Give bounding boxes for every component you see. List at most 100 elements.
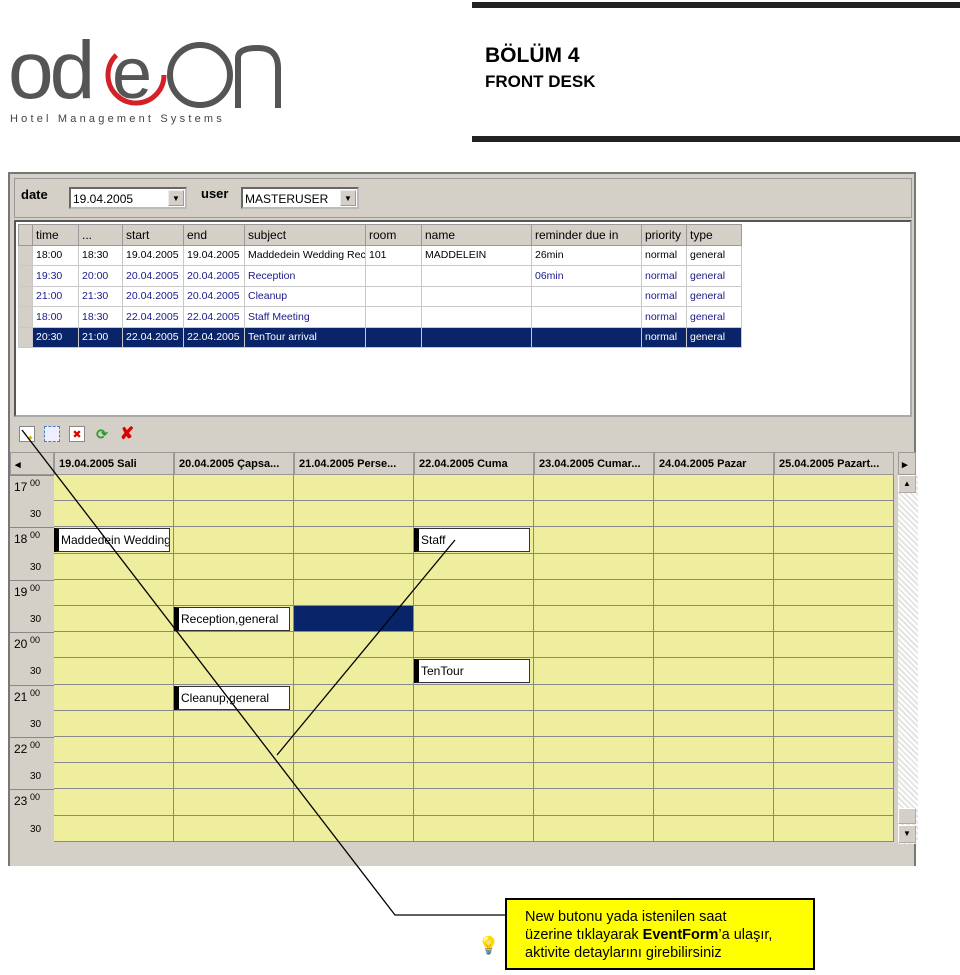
new-icon[interactable]: ✦ bbox=[19, 426, 35, 443]
time-slot[interactable] bbox=[54, 815, 174, 842]
time-slot[interactable] bbox=[294, 658, 414, 685]
cancel-icon[interactable]: ✘ bbox=[119, 425, 135, 442]
time-slot[interactable] bbox=[774, 815, 894, 842]
day-header[interactable]: 22.04.2005 Cuma bbox=[414, 452, 534, 475]
date-select[interactable]: 19.04.2005 ▼ bbox=[69, 187, 187, 209]
time-slot[interactable] bbox=[54, 710, 174, 737]
day-header[interactable]: 19.04.2005 Sali bbox=[54, 452, 174, 475]
day-header[interactable]: 23.04.2005 Cumar... bbox=[534, 452, 654, 475]
time-slot[interactable] bbox=[774, 632, 894, 659]
time-slot[interactable] bbox=[534, 684, 654, 711]
day-header[interactable]: 24.04.2005 Pazar bbox=[654, 452, 774, 475]
time-slot[interactable] bbox=[294, 632, 414, 659]
time-slot[interactable] bbox=[294, 501, 414, 528]
time-slot[interactable] bbox=[414, 501, 534, 528]
row-selector[interactable] bbox=[18, 265, 33, 287]
select-icon[interactable] bbox=[44, 426, 60, 442]
time-slot[interactable] bbox=[174, 475, 294, 502]
table-row[interactable]: 21:00 21:30 20.04.2005 20.04.2005 Cleanup nor… bbox=[18, 285, 742, 307]
time-slot[interactable] bbox=[414, 763, 534, 790]
time-slot[interactable] bbox=[534, 737, 654, 764]
time-slot[interactable] bbox=[534, 553, 654, 580]
row-selector[interactable] bbox=[18, 244, 33, 266]
row-selector[interactable] bbox=[18, 285, 33, 307]
time-slot[interactable] bbox=[174, 763, 294, 790]
column-header[interactable]: room bbox=[365, 224, 422, 246]
table-row[interactable]: 19:30 20:00 20.04.2005 20.04.2005 Reception 0… bbox=[18, 265, 742, 287]
time-slot[interactable] bbox=[294, 553, 414, 580]
time-slot[interactable] bbox=[174, 501, 294, 528]
calendar-event[interactable]: Maddedein Wedding bbox=[54, 528, 170, 553]
time-slot[interactable] bbox=[774, 553, 894, 580]
row-selector[interactable] bbox=[18, 326, 33, 348]
time-slot[interactable] bbox=[174, 737, 294, 764]
column-header[interactable]: reminder due in bbox=[531, 224, 642, 246]
table-row[interactable]: 20:30 21:00 22.04.2005 22.04.2005 TenTour ar… bbox=[18, 326, 742, 348]
time-slot[interactable] bbox=[534, 527, 654, 554]
calendar-event[interactable]: TenTour bbox=[414, 659, 530, 684]
delete-icon[interactable]: ✖ bbox=[69, 426, 85, 442]
time-slot[interactable] bbox=[654, 475, 774, 502]
time-slot[interactable] bbox=[414, 737, 534, 764]
time-slot[interactable] bbox=[534, 658, 654, 685]
time-slot[interactable] bbox=[414, 475, 534, 502]
time-slot[interactable] bbox=[534, 763, 654, 790]
column-header[interactable]: ... bbox=[78, 224, 123, 246]
column-header[interactable]: subject bbox=[244, 224, 366, 246]
time-slot[interactable] bbox=[294, 763, 414, 790]
time-slot[interactable] bbox=[534, 710, 654, 737]
column-header[interactable]: time bbox=[32, 224, 79, 246]
time-slot[interactable] bbox=[654, 684, 774, 711]
time-slot[interactable] bbox=[54, 475, 174, 502]
time-slot[interactable] bbox=[654, 606, 774, 633]
time-slot[interactable] bbox=[774, 501, 894, 528]
time-slot[interactable] bbox=[54, 789, 174, 816]
time-slot[interactable] bbox=[54, 684, 174, 711]
time-slot[interactable] bbox=[174, 527, 294, 554]
time-slot[interactable] bbox=[654, 737, 774, 764]
time-slot[interactable] bbox=[654, 579, 774, 606]
time-slot[interactable] bbox=[54, 658, 174, 685]
scroll-thumb[interactable] bbox=[898, 808, 916, 824]
time-slot[interactable] bbox=[174, 789, 294, 816]
time-slot[interactable] bbox=[534, 606, 654, 633]
time-slot[interactable] bbox=[414, 710, 534, 737]
time-slot[interactable] bbox=[174, 632, 294, 659]
vertical-scrollbar[interactable]: ▲ ▼ bbox=[898, 475, 918, 844]
column-header[interactable]: start bbox=[122, 224, 184, 246]
time-slot[interactable] bbox=[294, 475, 414, 502]
calendar-event[interactable]: Reception,general bbox=[174, 607, 290, 631]
time-slot[interactable] bbox=[414, 579, 534, 606]
time-slot[interactable] bbox=[54, 737, 174, 764]
time-slot[interactable] bbox=[174, 815, 294, 842]
scroll-left-button[interactable]: ◂ bbox=[10, 452, 54, 475]
time-slot[interactable] bbox=[534, 789, 654, 816]
column-header[interactable]: end bbox=[183, 224, 245, 246]
time-slot[interactable] bbox=[414, 815, 534, 842]
time-slot[interactable] bbox=[174, 710, 294, 737]
time-slot[interactable] bbox=[654, 527, 774, 554]
time-slot[interactable] bbox=[654, 789, 774, 816]
chevron-down-icon[interactable]: ▼ bbox=[340, 190, 356, 206]
time-slot[interactable] bbox=[534, 815, 654, 842]
time-slot[interactable] bbox=[774, 579, 894, 606]
calendar-event[interactable]: Staff bbox=[414, 528, 530, 553]
column-header[interactable]: name bbox=[421, 224, 532, 246]
scroll-right-button[interactable]: ▸ bbox=[898, 452, 916, 475]
time-slot[interactable] bbox=[174, 553, 294, 580]
time-slot[interactable] bbox=[54, 501, 174, 528]
column-header[interactable]: priority bbox=[641, 224, 687, 246]
refresh-icon[interactable]: ⟳ bbox=[94, 426, 110, 442]
time-slot[interactable] bbox=[414, 684, 534, 711]
calendar-event[interactable]: Cleanup,general bbox=[174, 685, 290, 710]
time-slot[interactable] bbox=[774, 527, 894, 554]
chevron-down-icon[interactable]: ▼ bbox=[168, 190, 184, 206]
time-slot[interactable] bbox=[414, 606, 534, 633]
day-header[interactable]: 20.04.2005 Çapsa... bbox=[174, 452, 294, 475]
time-slot[interactable] bbox=[534, 501, 654, 528]
time-slot[interactable] bbox=[534, 475, 654, 502]
scroll-down-button[interactable]: ▼ bbox=[898, 825, 916, 843]
time-slot[interactable] bbox=[654, 815, 774, 842]
time-slot[interactable] bbox=[654, 710, 774, 737]
time-slot[interactable] bbox=[54, 606, 174, 633]
